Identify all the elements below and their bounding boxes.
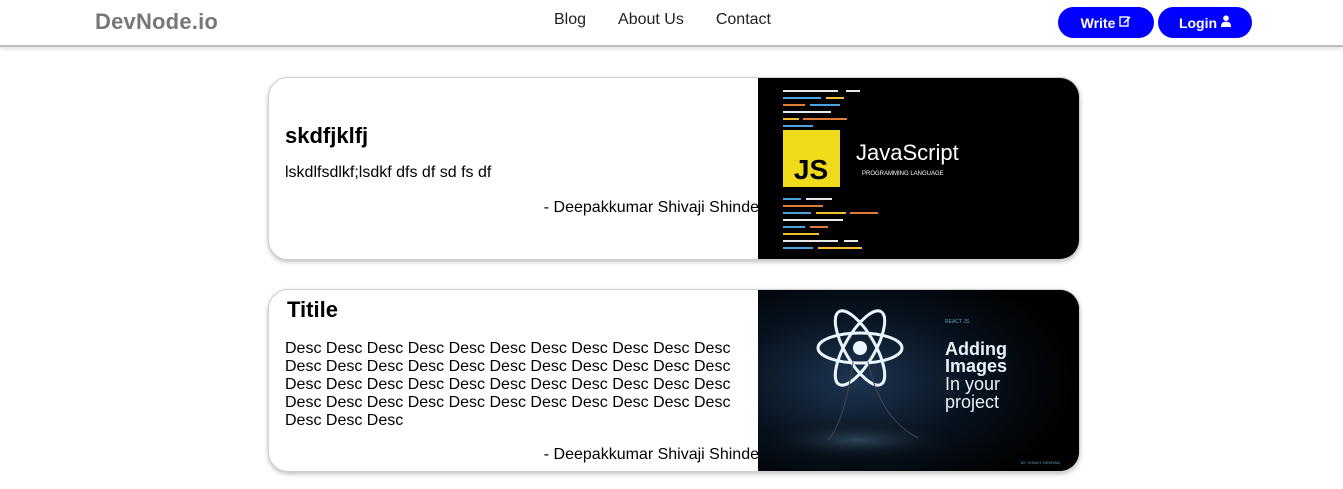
login-button-label: Login [1178, 14, 1218, 31]
edit-icon [1119, 15, 1131, 30]
post-author: - Deepakkumar Shivaji Shinde [543, 446, 759, 463]
post-description: Desc Desc Desc Desc Desc Desc Desc Desc … [285, 340, 731, 429]
react-line2: Images [945, 356, 1007, 376]
nav-link-contact[interactable]: Contact [716, 11, 771, 29]
post-description: lskdlfsdlkf;lsdkf dfs df sd fs df [285, 164, 492, 181]
write-button[interactable]: Write [1058, 7, 1154, 38]
write-button-label: Write [1080, 14, 1116, 31]
post-thumbnail-javascript[interactable]: JS JavaScript PROGRAMMING LANGUAGE [758, 78, 1079, 259]
post-card[interactable]: Titile Desc Desc Desc Desc Desc Desc Des… [268, 289, 1080, 472]
top-navbar: DevNode.io Blog About Us Contact Write L… [0, 0, 1343, 47]
nav-links: Blog About Us Contact [554, 11, 771, 29]
login-button[interactable]: Login [1158, 7, 1252, 38]
react-credit: BY VITALIY DEMYAN [1021, 460, 1060, 465]
react-line3: In your [945, 374, 1000, 394]
js-logo-text: JS [794, 154, 828, 185]
post-card[interactable]: skdfjklfj lskdlfsdlkf;lsdkf dfs df sd fs… [268, 77, 1080, 260]
javascript-heading: JavaScript [856, 140, 959, 165]
post-title[interactable]: Titile [287, 297, 338, 323]
user-icon [1221, 15, 1232, 30]
brand-logo[interactable]: DevNode.io [95, 9, 218, 35]
post-card-body: Titile Desc Desc Desc Desc Desc Desc Des… [285, 290, 759, 471]
react-line4: project [945, 392, 999, 412]
javascript-subheading: PROGRAMMING LANGUAGE [862, 171, 944, 177]
nav-link-about-us[interactable]: About Us [618, 11, 684, 29]
post-card-body: skdfjklfj lskdlfsdlkf;lsdkf dfs df sd fs… [285, 78, 759, 259]
post-author: - Deepakkumar Shivaji Shinde [543, 199, 759, 216]
nav-link-blog[interactable]: Blog [554, 11, 586, 29]
post-title[interactable]: skdfjklfj [285, 123, 368, 149]
post-thumbnail-react[interactable]: REACT JS Adding Images In your project B… [758, 290, 1079, 471]
react-kicker: REACT JS [945, 319, 970, 325]
